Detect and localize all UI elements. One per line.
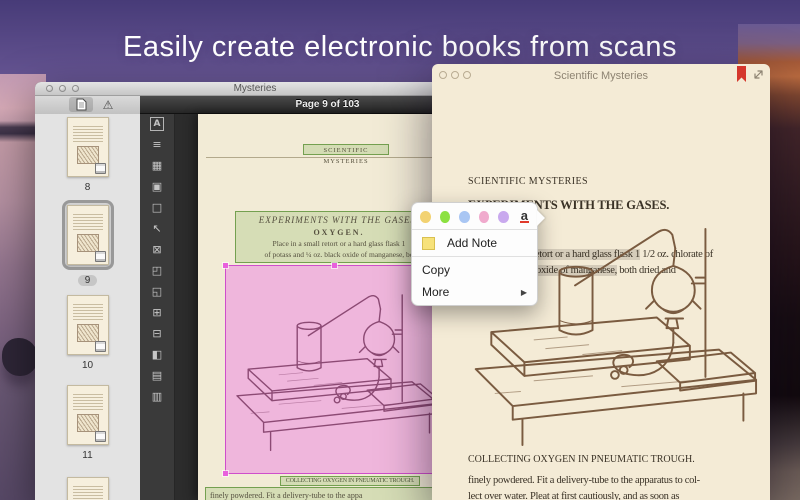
- menu-item-label: Add Note: [447, 236, 527, 250]
- menu-item-label: Copy: [422, 263, 527, 277]
- ocr-badge-icon: [95, 431, 106, 442]
- select-tool[interactable]: ↖: [150, 222, 164, 236]
- ocr-badge-icon: [95, 251, 106, 262]
- highlight-context-menu: a Add Note Copy More ▶: [411, 202, 538, 306]
- scanned-page[interactable]: SCIENTIFIC MYSTERIES EXPERIMENTS WITH TH…: [198, 114, 470, 500]
- region-tool-palette: A ≡ ▦ ▣ □ ↖ ⊠ ◰ ◱ ⊞ ⊟ ◧ ▤ ▥: [140, 114, 175, 500]
- paragraph-region-tool[interactable]: ≡: [150, 138, 164, 152]
- scan-window-toolbar: ⚠: [35, 96, 140, 115]
- thumbnail-page-12[interactable]: [67, 477, 109, 500]
- book-paragraph-line: finely powdered. Fit a delivery-tube to …: [468, 475, 700, 486]
- text-region-tool[interactable]: A: [150, 117, 164, 131]
- highlight-blue-swatch[interactable]: [459, 211, 470, 223]
- thumbnail-label: 11: [82, 450, 92, 461]
- scan-window-title: Mysteries: [35, 83, 475, 94]
- thumbnail-label: 10: [82, 360, 93, 371]
- thumbnail-label: 8: [85, 182, 91, 193]
- book-figure-caption: COLLECTING OXYGEN IN PNEUMATIC TROUGH.: [468, 454, 695, 465]
- page-thumbnail-sidebar[interactable]: 8 9 10 11: [35, 114, 141, 500]
- warning-icon: ⚠: [103, 99, 114, 111]
- remove-highlight-button[interactable]: a: [520, 210, 529, 223]
- highlight-purple-swatch[interactable]: [498, 211, 509, 223]
- resize-handle-top-left[interactable]: [223, 263, 228, 268]
- apparatus-illustration: [230, 288, 440, 456]
- submenu-chevron-icon: ▶: [521, 288, 527, 297]
- highlight-green-swatch[interactable]: [440, 211, 451, 223]
- fullscreen-expand-icon[interactable]: [753, 69, 764, 80]
- scan-window: Mysteries ⚠ Page 9 of 103 8 9: [35, 82, 475, 500]
- image-region-tool[interactable]: ▦: [150, 159, 164, 173]
- book-paragraph-line: lect over water. Pleat at first cautious…: [468, 491, 679, 500]
- thumbnail-row: 8: [35, 117, 140, 193]
- book-window-title: Scientific Mysteries: [432, 70, 770, 82]
- detected-header-region[interactable]: SCIENTIFIC MYSTERIES: [303, 144, 389, 155]
- warnings-toolbar-button[interactable]: ⚠: [96, 97, 120, 112]
- document-icon: [76, 98, 87, 111]
- menu-item-label: More: [422, 285, 521, 299]
- book-running-header: SCIENTIFIC MYSTERIES: [468, 176, 588, 187]
- resize-handle-bottom-left[interactable]: [223, 471, 228, 476]
- thumbnail-row: 11: [35, 385, 140, 461]
- thumbnail-label: 9: [78, 275, 98, 286]
- delete-region-tool[interactable]: ⊠: [150, 243, 164, 257]
- highlight-pink-swatch[interactable]: [479, 211, 490, 223]
- scanned-page-canvas[interactable]: SCIENTIFIC MYSTERIES EXPERIMENTS WITH TH…: [175, 114, 475, 500]
- highlight-color-row: a: [412, 203, 537, 229]
- page-indicator: Page 9 of 103: [140, 96, 475, 114]
- add-note-menu-item[interactable]: Add Note: [412, 232, 537, 254]
- bring-forward-tool[interactable]: ◰: [150, 264, 164, 278]
- send-backward-tool[interactable]: ◱: [150, 285, 164, 299]
- note-icon: [422, 237, 435, 250]
- ocr-badge-icon: [95, 163, 106, 174]
- hero-headline: Easily create electronic books from scan…: [0, 31, 800, 64]
- thumbnail-page-8[interactable]: [67, 117, 109, 177]
- thumbnail-row: 9: [35, 200, 140, 286]
- thumbnail-page-10[interactable]: [67, 295, 109, 355]
- crop-region-tool[interactable]: ▤: [150, 369, 164, 383]
- page-rule: [206, 157, 464, 158]
- thumbnail-page-9-selected[interactable]: [62, 200, 114, 270]
- copy-menu-item[interactable]: Copy: [412, 259, 537, 281]
- text-image-region-tool[interactable]: ▣: [150, 180, 164, 194]
- detected-caption-region[interactable]: COLLECTING OXYGEN IN PNEUMATIC TROUGH.: [280, 476, 420, 486]
- split-region-tool[interactable]: ◧: [150, 348, 164, 362]
- thumbnail-page-11[interactable]: [67, 385, 109, 445]
- thumbnail-row: 10: [35, 295, 140, 371]
- scan-window-titlebar[interactable]: Mysteries: [35, 82, 475, 96]
- empty-region-tool[interactable]: □: [150, 201, 164, 215]
- insert-row-tool[interactable]: ⊞: [150, 306, 164, 320]
- more-menu-item[interactable]: More ▶: [412, 281, 537, 303]
- insert-column-tool[interactable]: ⊟: [150, 327, 164, 341]
- thumbnail-row: [35, 477, 140, 500]
- ocr-badge-icon: [95, 341, 106, 352]
- detected-text-region[interactable]: finely powdered. Fit a delivery-tube to …: [205, 487, 443, 500]
- merge-region-tool[interactable]: ▥: [150, 390, 164, 404]
- resize-handle-top-center[interactable]: [332, 263, 337, 268]
- highlight-yellow-swatch[interactable]: [420, 211, 431, 223]
- popover-arrow: [537, 210, 545, 226]
- pages-toolbar-button[interactable]: [69, 97, 93, 112]
